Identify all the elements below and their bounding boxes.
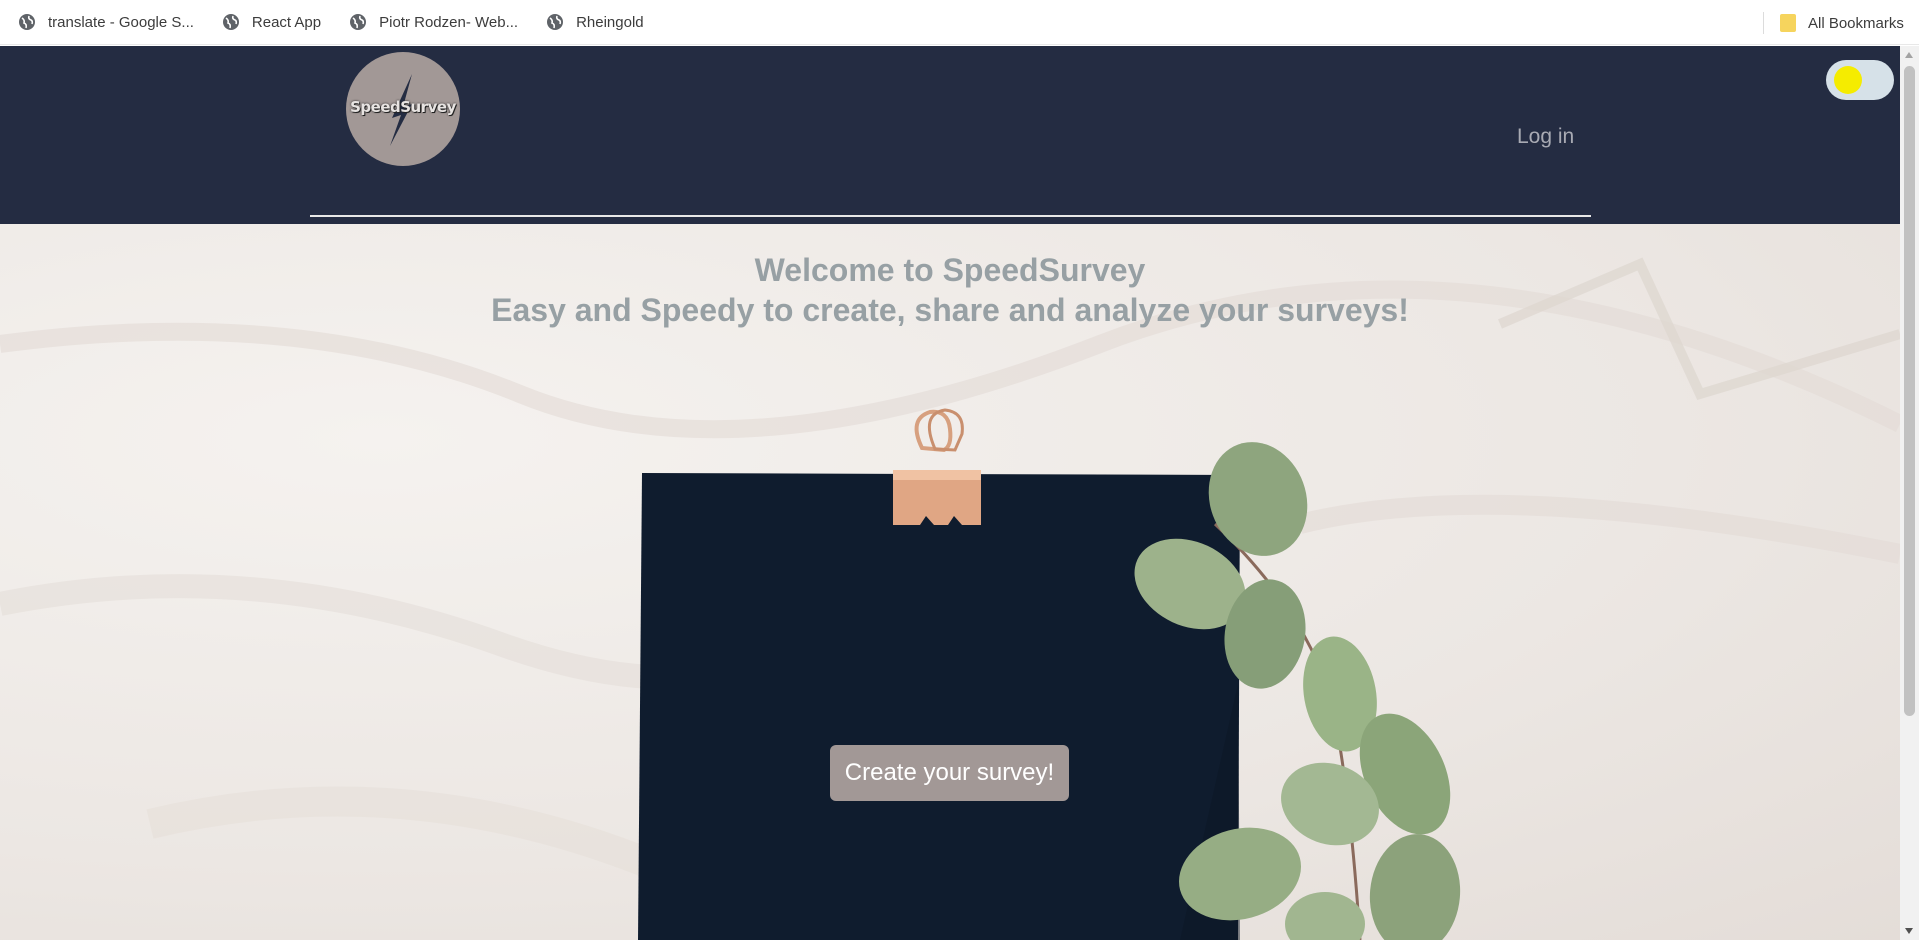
bookmark-label: Rheingold bbox=[576, 13, 644, 31]
scroll-up-arrow-icon[interactable] bbox=[1905, 52, 1913, 58]
bookmarks-divider bbox=[1763, 12, 1764, 34]
bookmark-label: React App bbox=[251, 13, 322, 31]
hero-subtitle: Easy and Speedy to create, share and ana… bbox=[491, 292, 1409, 328]
hero-section: Welcome to SpeedSurvey Easy and Speedy t… bbox=[0, 224, 1900, 940]
bookmark-translate[interactable]: translate - Google S... bbox=[0, 7, 204, 37]
hero-title: Welcome to SpeedSurvey bbox=[754, 252, 1146, 288]
globe-icon bbox=[547, 14, 564, 30]
bookmark-piotr-rodzen[interactable]: Piotr Rodzen- Web... bbox=[331, 7, 528, 37]
globe-icon bbox=[350, 14, 367, 30]
create-survey-button[interactable]: Create your survey! bbox=[830, 745, 1069, 801]
hero-background-image bbox=[0, 257, 1900, 940]
scroll-thumb[interactable] bbox=[1904, 66, 1915, 716]
page-scrollbar[interactable] bbox=[1900, 46, 1919, 940]
all-bookmarks-button[interactable]: All Bookmarks bbox=[1780, 8, 1904, 38]
site-header: SpeedSurvey Log in bbox=[0, 46, 1900, 224]
bookmarks-bar: translate - Google S... React App Piotr … bbox=[0, 0, 1919, 45]
sun-icon bbox=[1834, 66, 1862, 94]
header-divider bbox=[310, 215, 1591, 217]
scroll-down-arrow-icon[interactable] bbox=[1905, 928, 1913, 934]
login-link[interactable]: Log in bbox=[1517, 125, 1574, 149]
speedsurvey-logo[interactable]: SpeedSurvey bbox=[346, 52, 460, 166]
bookmark-label: translate - Google S... bbox=[48, 13, 194, 31]
logo-text: SpeedSurvey bbox=[350, 98, 456, 116]
bookmark-label: Piotr Rodzen- Web... bbox=[379, 13, 519, 31]
hero-heading: Welcome to SpeedSurvey Easy and Speedy t… bbox=[0, 250, 1900, 330]
globe-icon bbox=[19, 14, 35, 30]
bookmark-rheingold[interactable]: Rheingold bbox=[528, 7, 654, 37]
globe-icon bbox=[222, 14, 239, 30]
bookmark-react-app[interactable]: React App bbox=[204, 7, 331, 37]
theme-toggle[interactable] bbox=[1826, 60, 1894, 100]
all-bookmarks-label: All Bookmarks bbox=[1808, 14, 1904, 32]
folder-icon bbox=[1780, 14, 1796, 32]
